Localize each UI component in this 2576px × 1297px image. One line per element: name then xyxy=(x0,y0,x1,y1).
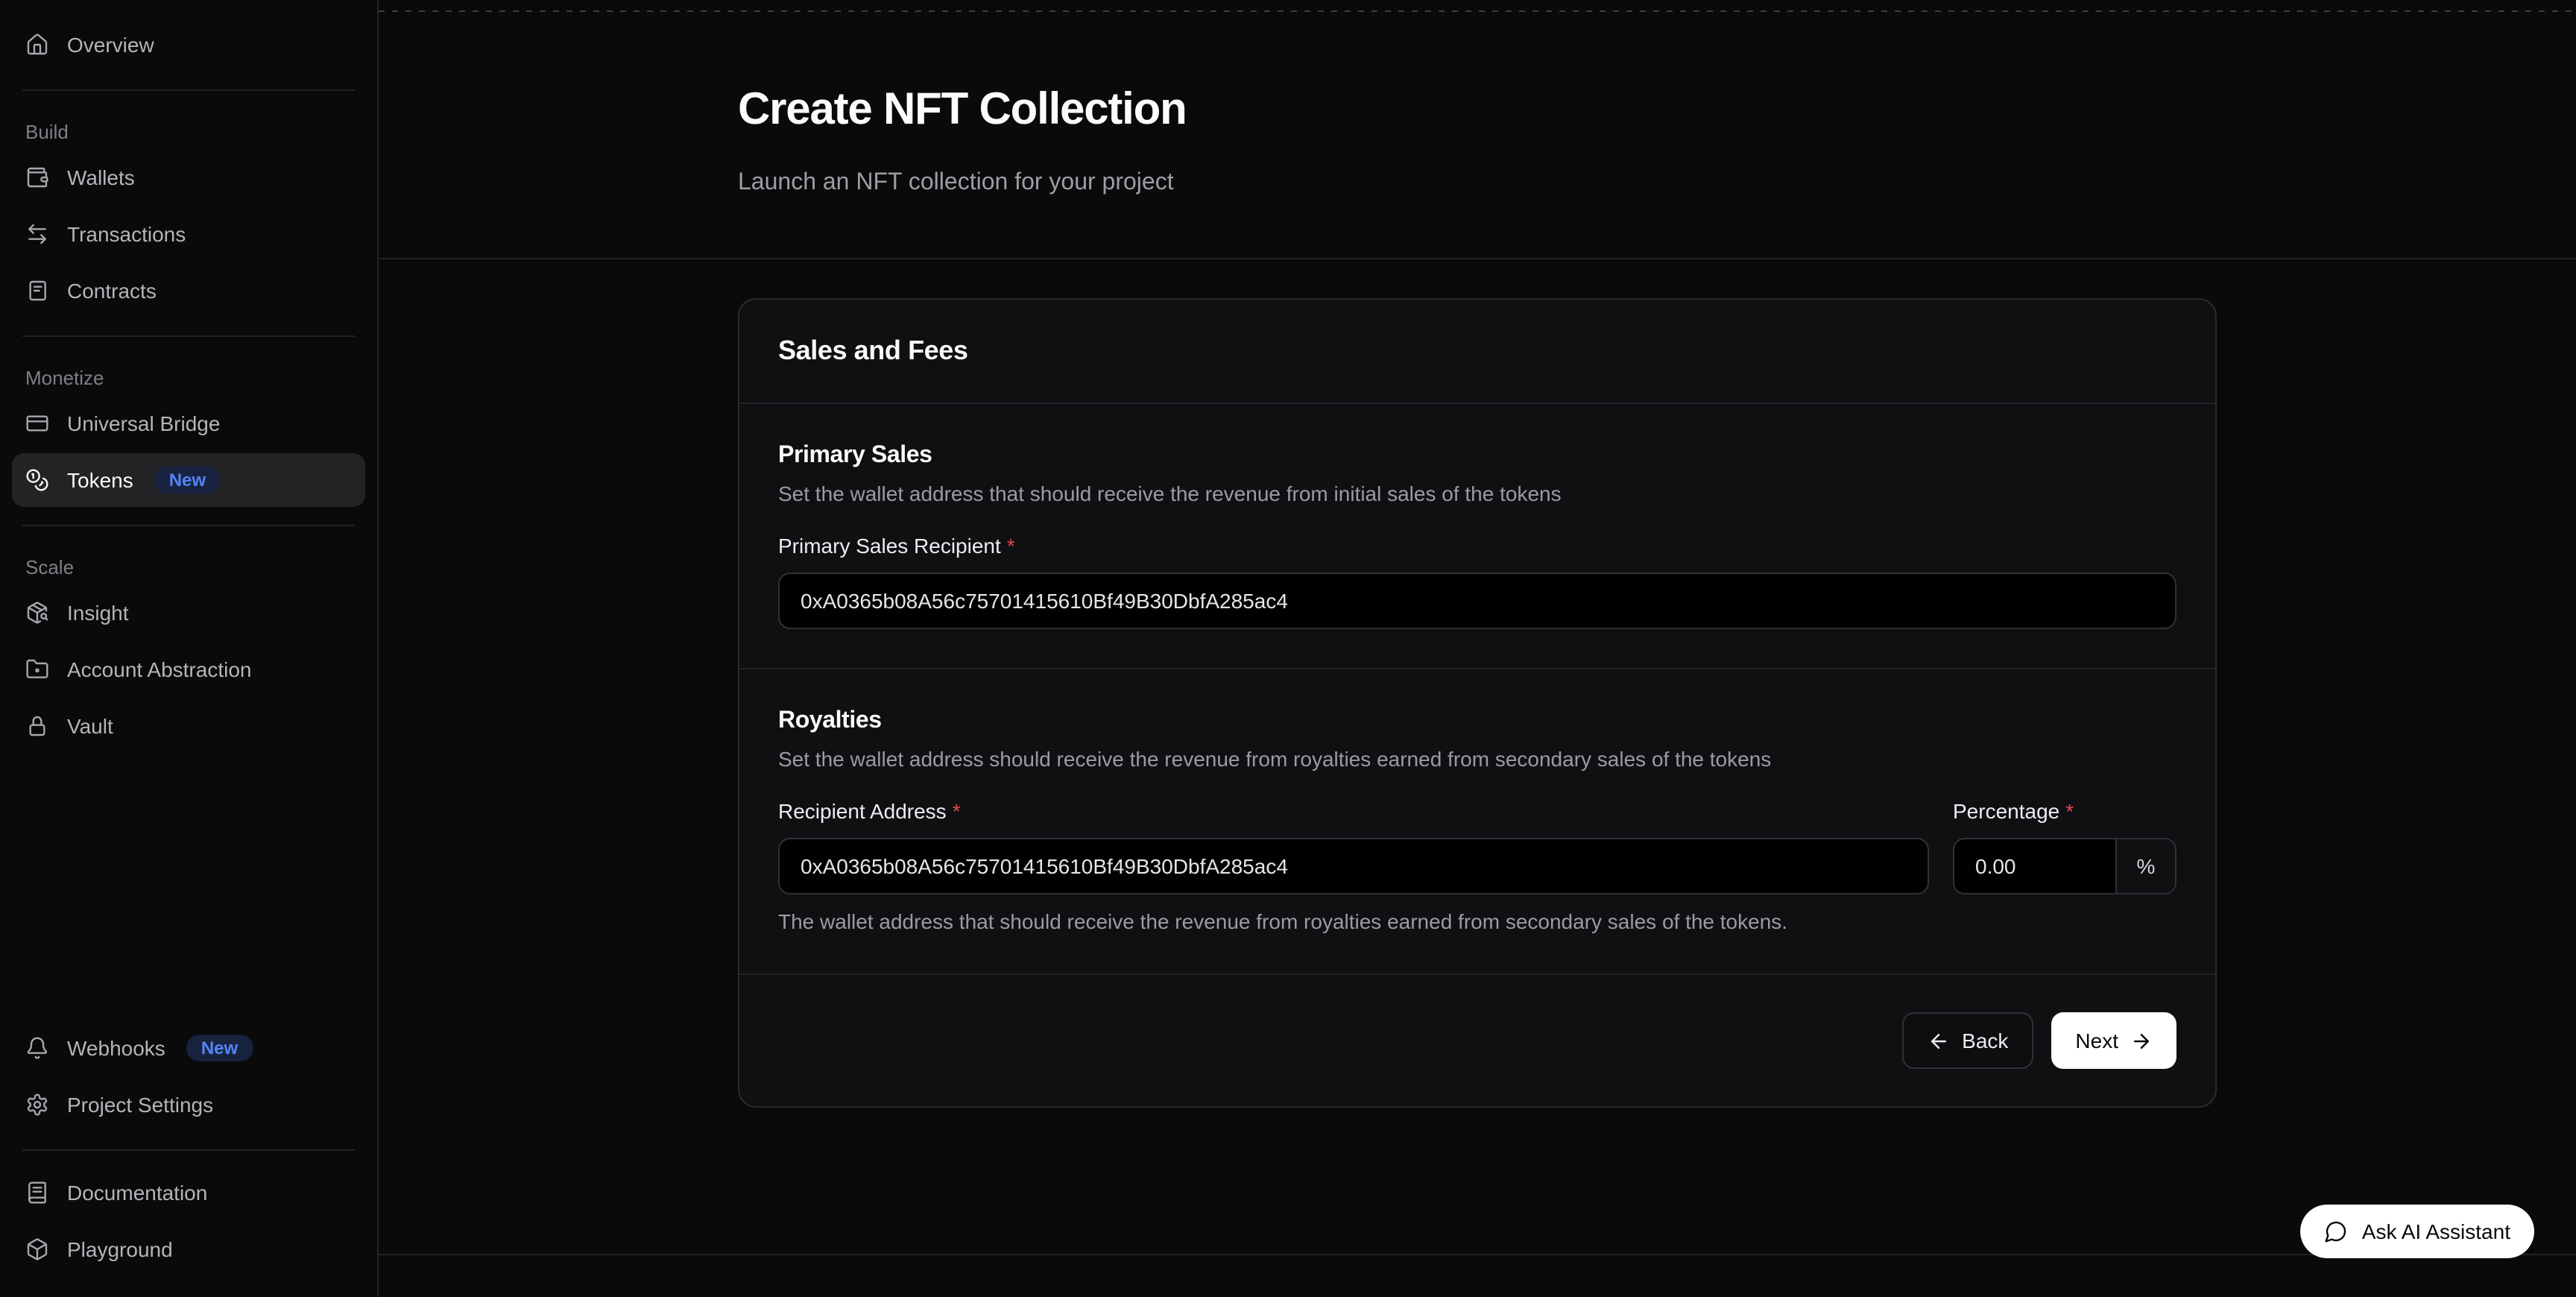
sidebar-item-playground[interactable]: Playground xyxy=(12,1222,365,1276)
ask-ai-assistant-button[interactable]: Ask AI Assistant xyxy=(2301,1205,2534,1258)
royalty-helper-text: The wallet address that should receive t… xyxy=(778,909,2176,935)
sidebar-item-label: Transactions xyxy=(67,222,186,246)
arrows-left-right-icon xyxy=(25,222,49,246)
sidebar-item-webhooks[interactable]: Webhooks New xyxy=(12,1021,365,1075)
sidebar-item-label: Account Abstraction xyxy=(67,657,252,681)
coins-icon xyxy=(25,468,49,492)
sidebar-item-label: Playground xyxy=(67,1237,173,1261)
field-label-text: Primary Sales Recipient xyxy=(778,534,1001,558)
primary-sales-heading: Primary Sales xyxy=(778,443,2176,470)
primary-sales-recipient-label: Primary Sales Recipient* xyxy=(778,534,2176,558)
lock-icon xyxy=(25,714,49,738)
sidebar-item-universal-bridge[interactable]: Universal Bridge xyxy=(12,397,365,450)
primary-sales-recipient-input[interactable] xyxy=(778,572,2176,629)
book-icon xyxy=(25,1181,49,1205)
primary-sales-description: Set the wallet address that should recei… xyxy=(778,482,2176,507)
sidebar-item-documentation[interactable]: Documentation xyxy=(12,1166,365,1219)
sidebar-item-wallets[interactable]: Wallets xyxy=(12,151,365,204)
royalties-section: Royalties Set the wallet address should … xyxy=(739,668,2215,973)
sidebar-item-label: Contracts xyxy=(67,279,157,303)
bell-icon xyxy=(25,1036,49,1060)
new-badge: New xyxy=(186,1035,253,1061)
arrow-right-icon xyxy=(2130,1029,2153,1052)
sidebar-item-vault[interactable]: Vault xyxy=(12,699,365,753)
page-header: Create NFT Collection Launch an NFT coll… xyxy=(379,0,2576,259)
next-button-label: Next xyxy=(2075,1029,2118,1053)
app-root: Overview Build Wallets Transactions Cont… xyxy=(0,0,2576,1297)
ask-ai-assistant-label: Ask AI Assistant xyxy=(2362,1219,2510,1243)
wallet-icon xyxy=(25,165,49,189)
sidebar-item-account-abstraction[interactable]: Account Abstraction xyxy=(12,643,365,696)
sidebar-item-overview[interactable]: Overview xyxy=(12,18,365,72)
top-dashed-divider xyxy=(379,10,2576,12)
sidebar-section-build: Build xyxy=(12,106,365,151)
royalty-recipient-input[interactable] xyxy=(778,838,1929,894)
sidebar-divider xyxy=(22,525,355,526)
primary-sales-section: Primary Sales Set the wallet address tha… xyxy=(739,404,2215,668)
box-icon xyxy=(25,1237,49,1261)
royalty-recipient-label: Recipient Address* xyxy=(778,799,1929,823)
sidebar-item-contracts[interactable]: Contracts xyxy=(12,264,365,318)
sidebar-item-label: Project Settings xyxy=(67,1093,213,1117)
field-label-text: Percentage xyxy=(1953,799,2059,823)
required-asterisk: * xyxy=(1007,534,1015,558)
credit-card-icon xyxy=(25,411,49,435)
royalties-heading: Royalties xyxy=(778,708,2176,735)
required-asterisk: * xyxy=(2065,799,2074,823)
arrow-left-icon xyxy=(1928,1029,1950,1052)
home-icon xyxy=(25,33,49,57)
sidebar-item-label: Insight xyxy=(67,601,129,625)
sidebar-item-label: Tokens xyxy=(67,468,133,492)
folder-dot-icon xyxy=(25,657,49,681)
sidebar-item-label: Webhooks xyxy=(67,1036,165,1060)
sidebar-item-label: Overview xyxy=(67,33,154,57)
main-content: Create NFT Collection Launch an NFT coll… xyxy=(379,0,2576,1297)
sidebar-item-label: Universal Bridge xyxy=(67,411,220,435)
percent-suffix: % xyxy=(2115,839,2175,893)
sales-and-fees-card: Sales and Fees Primary Sales Set the wal… xyxy=(738,298,2217,1108)
new-badge: New xyxy=(154,467,221,493)
chat-bubble-icon xyxy=(2325,1219,2349,1243)
back-button-label: Back xyxy=(1962,1029,2008,1053)
sidebar-divider xyxy=(22,89,355,91)
sidebar-item-tokens[interactable]: Tokens New xyxy=(12,453,365,507)
contract-document-icon xyxy=(25,279,49,303)
sidebar-item-transactions[interactable]: Transactions xyxy=(12,207,365,261)
royalties-description: Set the wallet address should receive th… xyxy=(778,747,2176,772)
required-asterisk: * xyxy=(953,799,961,823)
field-label-text: Recipient Address xyxy=(778,799,947,823)
next-button[interactable]: Next xyxy=(2051,1012,2176,1069)
sidebar-item-label: Vault xyxy=(67,714,113,738)
sidebar-item-project-settings[interactable]: Project Settings xyxy=(12,1078,365,1132)
sidebar-divider xyxy=(22,1149,355,1151)
sidebar-item-label: Wallets xyxy=(67,165,135,189)
back-button[interactable]: Back xyxy=(1902,1012,2033,1069)
card-footer: Back Next xyxy=(739,973,2215,1106)
sidebar-item-label: Documentation xyxy=(67,1181,207,1205)
sidebar-item-insight[interactable]: Insight xyxy=(12,586,365,640)
sidebar-section-monetize: Monetize xyxy=(12,352,365,397)
sidebar-spacer xyxy=(12,756,365,1021)
page-title: Create NFT Collection xyxy=(738,83,2217,137)
gear-icon xyxy=(25,1093,49,1117)
card-header: Sales and Fees xyxy=(739,300,2215,404)
bottom-divider xyxy=(379,1254,2576,1255)
royalty-percentage-label: Percentage* xyxy=(1953,799,2176,823)
sidebar: Overview Build Wallets Transactions Cont… xyxy=(0,0,379,1297)
page-subtitle: Launch an NFT collection for your projec… xyxy=(738,167,2217,200)
royalty-percentage-input[interactable] xyxy=(1954,839,2115,893)
sidebar-section-scale: Scale xyxy=(12,541,365,586)
sidebar-divider xyxy=(22,335,355,337)
package-search-icon xyxy=(25,601,49,625)
card-title: Sales and Fees xyxy=(778,335,2176,367)
royalty-percentage-group: % xyxy=(1953,838,2176,894)
